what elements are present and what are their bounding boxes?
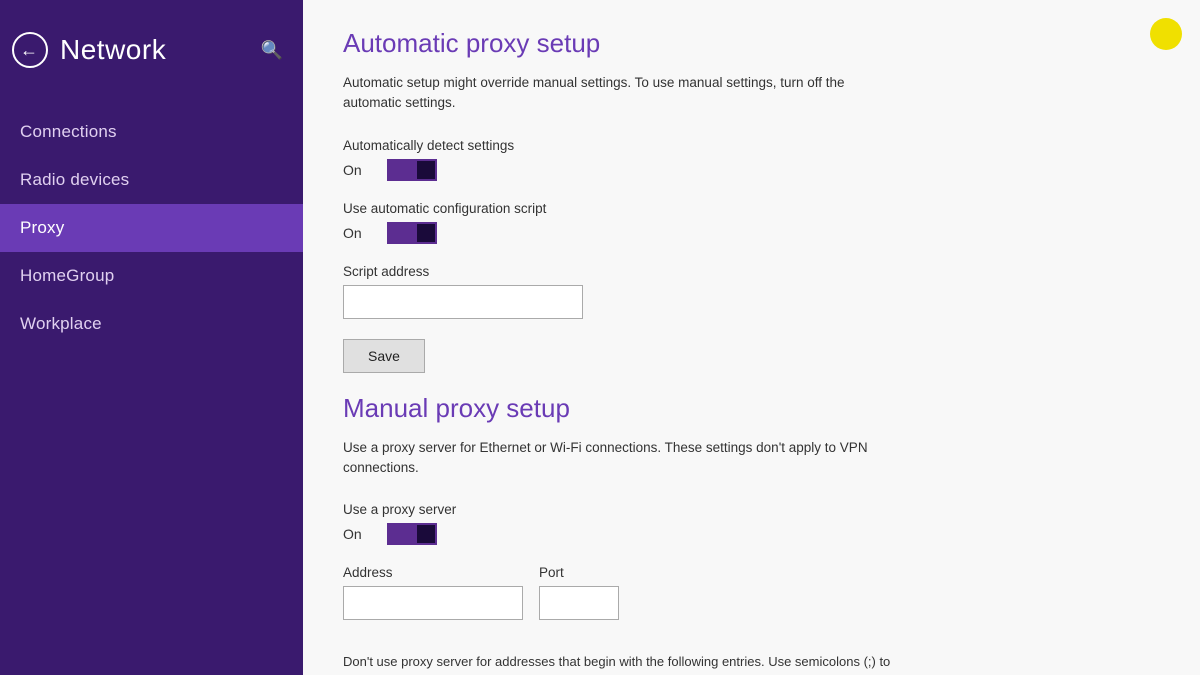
address-field: Address — [343, 565, 523, 620]
exceptions-note: Don't use proxy server for addresses tha… — [343, 652, 903, 675]
automatic-section-title: Automatic proxy setup — [343, 28, 1160, 59]
address-label: Address — [343, 565, 523, 580]
script-address-label: Script address — [343, 264, 1160, 279]
manual-section-desc: Use a proxy server for Ethernet or Wi-Fi… — [343, 438, 903, 479]
sidebar-item-workplace[interactable]: Workplace — [0, 300, 303, 348]
address-input[interactable] — [343, 586, 523, 620]
sidebar-nav: Connections Radio devices Proxy HomeGrou… — [0, 108, 303, 348]
manual-proxy-section: Manual proxy setup Use a proxy server fo… — [343, 393, 1160, 675]
search-icon: 🔍 — [261, 40, 283, 60]
sidebar-item-radio-devices[interactable]: Radio devices — [0, 156, 303, 204]
auto-config-label: Use automatic configuration script — [343, 201, 1160, 216]
auto-detect-setting: Automatically detect settings On — [343, 138, 1160, 181]
auto-detect-toggle-thumb — [417, 161, 435, 179]
automatic-section-desc: Automatic setup might override manual se… — [343, 73, 903, 114]
use-proxy-toggle-thumb — [417, 525, 435, 543]
auto-detect-toggle-row: On — [343, 159, 1160, 181]
save-button[interactable]: Save — [343, 339, 425, 373]
use-proxy-toggle[interactable] — [387, 523, 437, 545]
port-label: Port — [539, 565, 619, 580]
sidebar-item-proxy[interactable]: Proxy — [0, 204, 303, 252]
sidebar-item-homegroup[interactable]: HomeGroup — [0, 252, 303, 300]
script-address-field: Script address — [343, 264, 1160, 319]
sidebar-header: ← Network 🔍 — [0, 0, 303, 100]
auto-detect-toggle[interactable] — [387, 159, 437, 181]
search-button[interactable]: 🔍 — [257, 36, 287, 65]
main-content: Automatic proxy setup Automatic setup mi… — [303, 0, 1200, 675]
back-button[interactable]: ← — [12, 32, 48, 68]
sidebar: ← Network 🔍 Connections Radio devices Pr… — [0, 0, 303, 675]
manual-section-title: Manual proxy setup — [343, 393, 1160, 424]
use-proxy-state: On — [343, 526, 371, 542]
use-proxy-setting: Use a proxy server On — [343, 502, 1160, 545]
sidebar-item-connections[interactable]: Connections — [0, 108, 303, 156]
port-field: Port — [539, 565, 619, 620]
auto-config-toggle[interactable] — [387, 222, 437, 244]
auto-config-toggle-row: On — [343, 222, 1160, 244]
back-arrow-icon: ← — [20, 41, 38, 59]
use-proxy-label: Use a proxy server — [343, 502, 1160, 517]
auto-detect-label: Automatically detect settings — [343, 138, 1160, 153]
auto-config-state: On — [343, 225, 371, 241]
auto-config-toggle-thumb — [417, 224, 435, 242]
auto-detect-state: On — [343, 162, 371, 178]
port-input[interactable] — [539, 586, 619, 620]
script-address-input[interactable] — [343, 285, 583, 319]
use-proxy-toggle-row: On — [343, 523, 1160, 545]
sidebar-title: Network — [60, 34, 166, 66]
address-port-row: Address Port — [343, 565, 1160, 636]
auto-config-setting: Use automatic configuration script On — [343, 201, 1160, 244]
automatic-proxy-section: Automatic proxy setup Automatic setup mi… — [343, 28, 1160, 373]
